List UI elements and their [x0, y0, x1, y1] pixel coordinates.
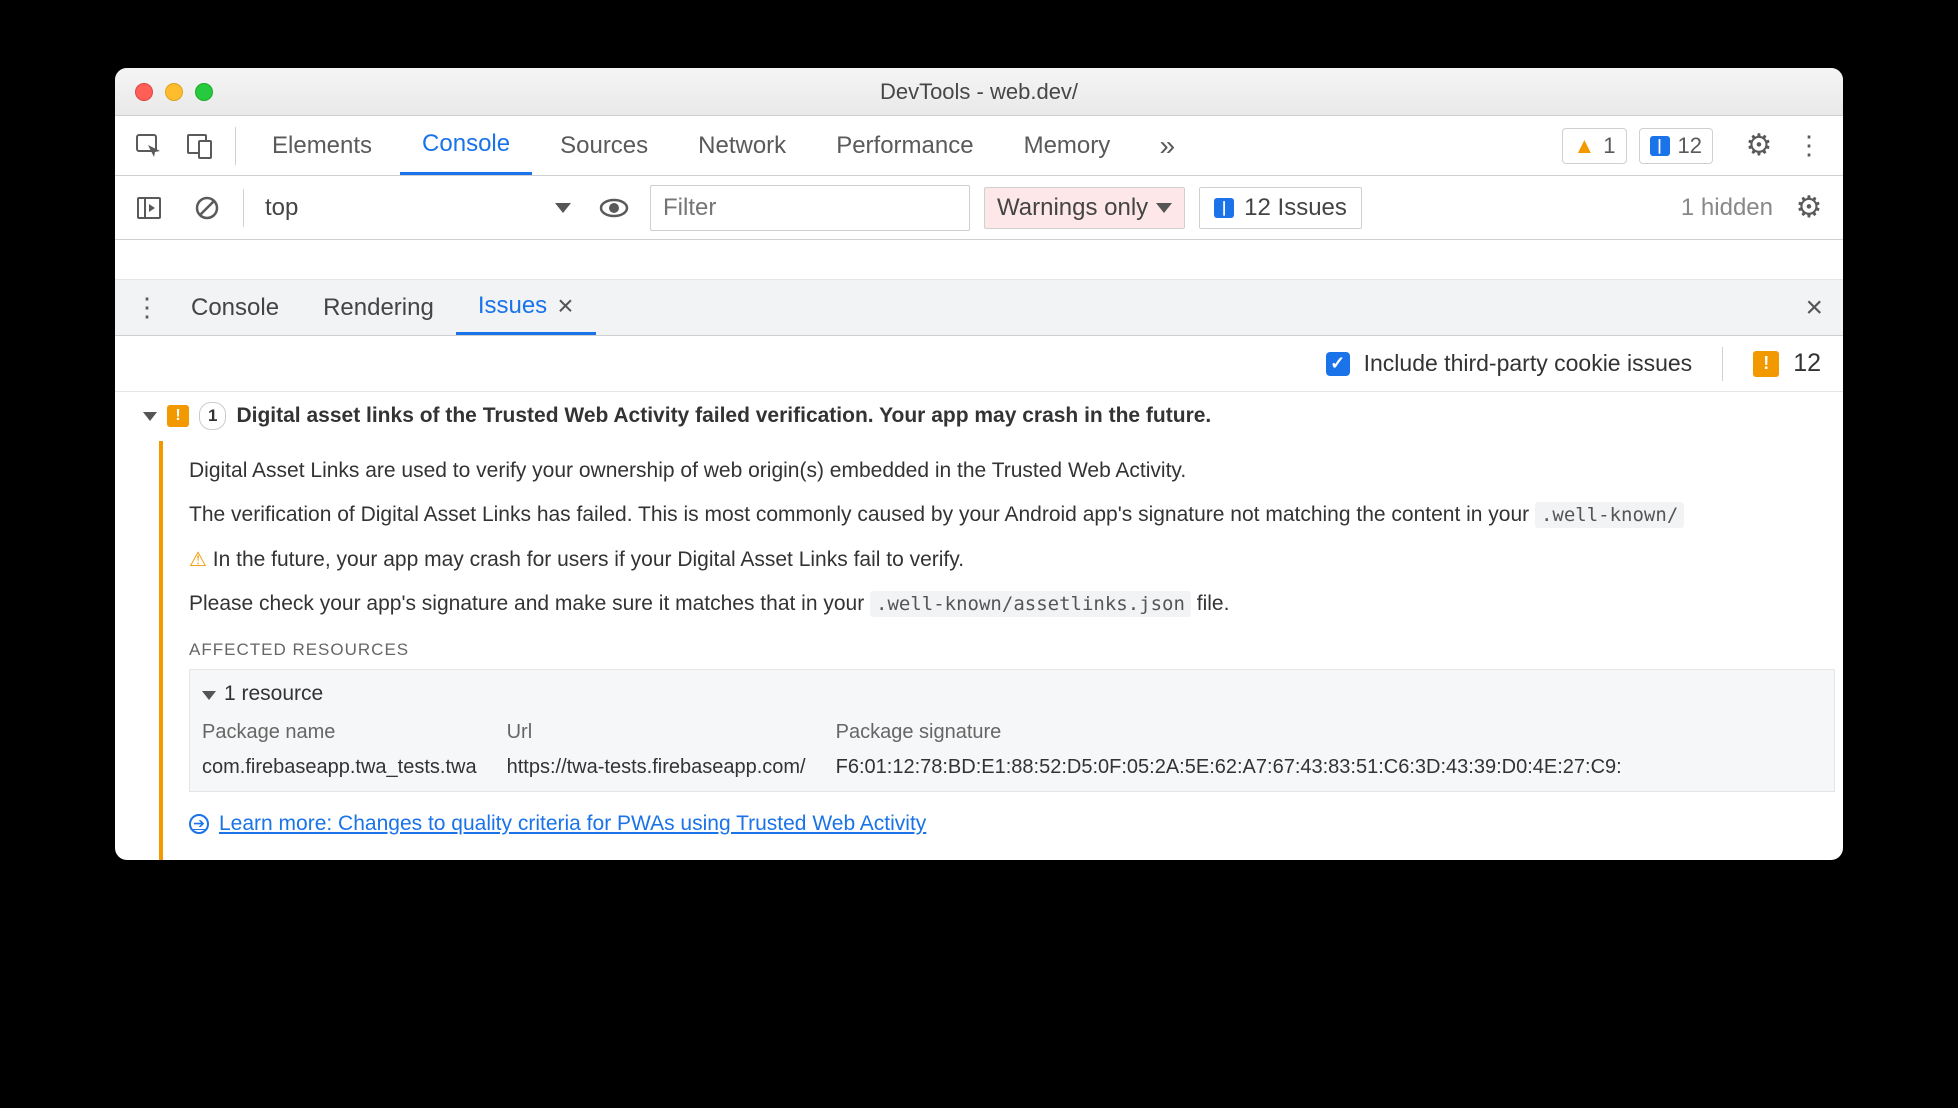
issue-description-line: Please check your app's signature and ma… — [189, 588, 1835, 621]
tab-performance[interactable]: Performance — [814, 116, 995, 175]
devtools-window: DevTools - web.dev/ Elements Console Sou… — [115, 68, 1843, 860]
hidden-count[interactable]: 1 hidden — [1681, 194, 1773, 222]
issue-description-line: Digital Asset Links are used to verify y… — [189, 455, 1835, 488]
filter-input[interactable] — [650, 185, 970, 231]
console-settings-gear-icon[interactable]: ⚙ — [1787, 186, 1831, 230]
affected-resources-heading: Affected Resources — [189, 637, 1835, 663]
tab-memory[interactable]: Memory — [1002, 116, 1133, 175]
include-third-party-checkbox[interactable]: ✓ — [1326, 352, 1350, 376]
issue-body: Digital Asset Links are used to verify y… — [189, 441, 1843, 861]
toggle-sidebar-icon[interactable] — [127, 186, 171, 230]
issues-toolbar: ✓ Include third-party cookie issues ! 12 — [115, 336, 1843, 392]
drawer-tab-console[interactable]: Console — [169, 280, 301, 335]
drawer-tab-issues-label: Issues — [478, 292, 547, 320]
issue-severity-icon: ! — [167, 405, 189, 427]
code-path: .well-known/ — [1535, 502, 1684, 528]
more-tabs-icon[interactable]: » — [1138, 124, 1196, 168]
live-expression-icon[interactable] — [592, 186, 636, 230]
resource-table: Package name com.firebaseapp.twa_tests.t… — [202, 717, 1822, 783]
expand-caret-icon — [202, 691, 216, 700]
drawer-tabbar: ⋮ Console Rendering Issues × × — [115, 280, 1843, 336]
learn-more-link[interactable]: ➔ Learn more: Changes to quality criteri… — [189, 808, 926, 841]
expand-caret-icon — [143, 412, 157, 421]
issues-count: 12 — [1678, 133, 1702, 159]
issue-severity-bar — [159, 441, 189, 861]
warning-triangle-icon: ▲ — [1573, 133, 1595, 159]
drawer-tab-issues[interactable]: Issues × — [456, 280, 596, 335]
issues-button-label: 12 Issues — [1244, 194, 1347, 222]
issues-badge[interactable]: ❘ 12 — [1639, 128, 1713, 164]
arrow-circle-icon: ➔ — [189, 814, 209, 834]
drawer-kebab-icon[interactable]: ⋮ — [125, 286, 169, 330]
issues-button[interactable]: ❘ 12 Issues — [1199, 187, 1362, 229]
affected-resources-box: 1 resource Package name com.firebaseapp.… — [189, 669, 1835, 792]
settings-gear-icon[interactable]: ⚙ — [1737, 124, 1781, 168]
cell-signature: F6:01:12:78:BD:E1:88:52:D5:0F:05:2A:5E:6… — [836, 752, 1822, 783]
inspect-element-icon[interactable] — [127, 124, 171, 168]
col-header-url: Url — [507, 717, 806, 748]
include-third-party-label: Include third-party cookie issues — [1364, 350, 1693, 377]
issue-description-line: The verification of Digital Asset Links … — [189, 499, 1835, 532]
issue-description-line: ⚠ In the future, your app may crash for … — [189, 544, 1835, 577]
warning-triangle-icon: ⚠ — [189, 549, 207, 571]
issue-header[interactable]: ! 1 Digital asset links of the Trusted W… — [137, 392, 1843, 441]
issue-instance-count: 1 — [199, 402, 226, 430]
cell-url: https://twa-tests.firebaseapp.com/ — [507, 752, 806, 783]
console-filter-bar: top Warnings only ❘ 12 Issues 1 hidden ⚙ — [115, 176, 1843, 240]
issue-summary-count: 12 — [1793, 349, 1821, 378]
issue-chat-icon: ❘ — [1650, 136, 1670, 156]
window-title: DevTools - web.dev/ — [115, 79, 1843, 105]
main-toolbar: Elements Console Sources Network Perform… — [115, 116, 1843, 176]
col-header-package: Package name — [202, 717, 477, 748]
issue-chat-icon: ❘ — [1214, 198, 1234, 218]
code-path: .well-known/assetlinks.json — [870, 591, 1191, 617]
tab-elements[interactable]: Elements — [250, 116, 394, 175]
warnings-count: 1 — [1603, 133, 1615, 159]
tab-console[interactable]: Console — [400, 116, 532, 175]
tab-network[interactable]: Network — [676, 116, 808, 175]
log-level-label: Warnings only — [997, 194, 1148, 222]
kebab-menu-icon[interactable]: ⋮ — [1787, 124, 1831, 168]
titlebar: DevTools - web.dev/ — [115, 68, 1843, 116]
close-drawer-icon[interactable]: × — [1795, 291, 1833, 325]
col-header-signature: Package signature — [836, 717, 1822, 748]
cell-package: com.firebaseapp.twa_tests.twa — [202, 752, 477, 783]
issue-summary-icon: ! — [1753, 351, 1779, 377]
device-toolbar-icon[interactable] — [177, 124, 221, 168]
context-value: top — [265, 194, 298, 222]
resource-count-row[interactable]: 1 resource — [202, 678, 1822, 711]
log-level-selector[interactable]: Warnings only — [984, 187, 1185, 229]
issue-item: ! 1 Digital asset links of the Trusted W… — [115, 392, 1843, 860]
clear-console-icon[interactable] — [185, 186, 229, 230]
drawer-tab-rendering[interactable]: Rendering — [301, 280, 456, 335]
issue-title: Digital asset links of the Trusted Web A… — [236, 400, 1211, 433]
close-tab-icon[interactable]: × — [557, 290, 573, 322]
warnings-badge[interactable]: ▲ 1 — [1562, 128, 1626, 164]
tab-sources[interactable]: Sources — [538, 116, 670, 175]
context-selector[interactable]: top — [258, 189, 578, 227]
console-output — [115, 240, 1843, 280]
learn-more-label: Learn more: Changes to quality criteria … — [219, 808, 926, 841]
